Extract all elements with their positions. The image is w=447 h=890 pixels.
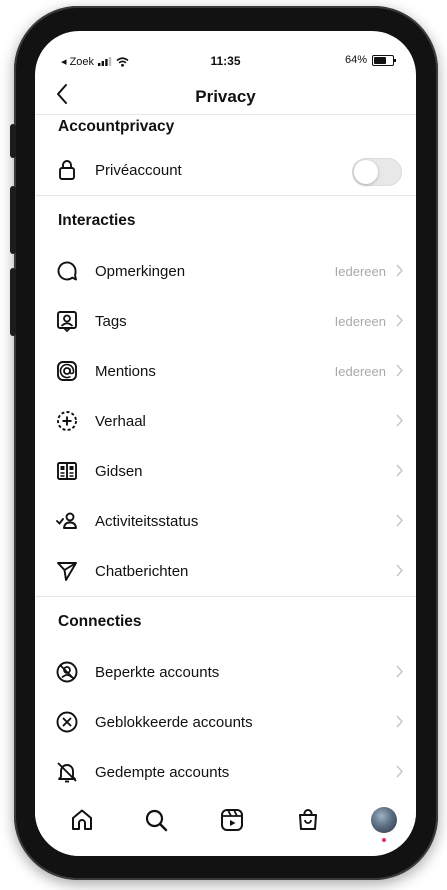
chevron-right-icon xyxy=(396,414,403,427)
interaction-row-messages[interactable]: Chatberichten xyxy=(35,546,416,596)
status-bar: ◂ Zoek 11:35 64% xyxy=(35,31,416,75)
connection-row-blocked[interactable]: Geblokkeerde accounts xyxy=(35,697,416,747)
chevron-right-icon xyxy=(396,564,403,577)
tag-person-icon xyxy=(57,311,77,333)
battery-fill xyxy=(374,56,386,64)
row-label: Verhaal xyxy=(95,412,146,430)
page-title: Privacy xyxy=(195,87,256,106)
row-label: Opmerkingen xyxy=(95,262,186,280)
row-label: Geblokkeerde accounts xyxy=(95,713,253,731)
settings-list: Accountprivacy Privéaccount Interacties … xyxy=(35,115,416,797)
chevron-right-icon xyxy=(396,765,403,778)
row-label: Gidsen xyxy=(95,462,143,480)
section-header-connections: Connecties xyxy=(58,613,142,630)
status-right: 64% xyxy=(344,54,396,66)
row-value: Iedereen xyxy=(334,313,386,329)
interaction-row-mentions[interactable]: Mentions Iedereen xyxy=(35,346,416,396)
tab-bar xyxy=(35,799,416,856)
side-button-volume-up xyxy=(10,186,16,254)
phone-screen: ◂ Zoek 11:35 64% Privacy Accountprivacy … xyxy=(35,31,416,856)
notification-dot xyxy=(382,838,386,842)
side-button-volume-down xyxy=(10,268,16,336)
interaction-row-tags[interactable]: Tags Iedereen xyxy=(35,296,416,346)
toggle-knob xyxy=(354,160,378,184)
connection-row-restricted[interactable]: Beperkte accounts xyxy=(35,647,416,697)
lock-icon xyxy=(59,160,75,180)
home-icon[interactable] xyxy=(69,807,95,833)
blocked-icon xyxy=(56,711,78,733)
section-header-account-privacy: Accountprivacy xyxy=(58,118,175,135)
row-label: Mentions xyxy=(95,362,156,380)
chevron-right-icon xyxy=(396,314,403,327)
interaction-row-guides[interactable]: Gidsen xyxy=(35,446,416,496)
private-account-row[interactable]: Privéaccount xyxy=(35,145,416,195)
private-account-label: Privéaccount xyxy=(95,161,182,179)
chevron-right-icon xyxy=(396,665,403,678)
row-label: Tags xyxy=(95,312,127,330)
chevron-right-icon xyxy=(396,364,403,377)
row-label: Activiteitsstatus xyxy=(95,512,199,530)
row-label: Chatberichten xyxy=(95,562,189,580)
guides-icon xyxy=(57,462,77,480)
restricted-icon xyxy=(56,661,78,683)
side-button-silent xyxy=(10,124,16,158)
chevron-right-icon xyxy=(396,264,403,277)
reels-icon[interactable] xyxy=(219,807,245,833)
shop-icon[interactable] xyxy=(295,807,321,833)
at-icon xyxy=(57,361,77,381)
row-label: Gedempte accounts xyxy=(95,763,230,781)
row-label: Beperkte accounts xyxy=(95,663,220,681)
interaction-row-story[interactable]: Verhaal xyxy=(35,396,416,446)
comment-icon xyxy=(57,261,77,281)
connection-row-muted[interactable]: Gedempte accounts xyxy=(35,747,416,797)
profile-avatar[interactable] xyxy=(371,807,397,833)
section-header-interactions: Interacties xyxy=(58,212,136,229)
private-account-toggle[interactable] xyxy=(352,158,402,186)
nav-bar: Privacy xyxy=(35,77,416,113)
battery-icon xyxy=(372,54,396,66)
muted-bell-icon xyxy=(57,762,77,783)
chevron-right-icon xyxy=(396,514,403,527)
interaction-row-activity-status[interactable]: Activiteitsstatus xyxy=(35,496,416,546)
chevron-right-icon xyxy=(396,464,403,477)
row-value: Iedereen xyxy=(334,363,386,379)
row-value: Iedereen xyxy=(334,263,386,279)
search-icon[interactable] xyxy=(143,807,169,833)
battery-percent: 64% xyxy=(344,54,367,66)
chevron-right-icon xyxy=(396,715,403,728)
activity-status-icon xyxy=(56,512,77,529)
story-add-icon xyxy=(57,411,77,431)
interaction-row-comments[interactable]: Opmerkingen Iedereen xyxy=(35,246,416,296)
paper-plane-icon xyxy=(57,562,77,581)
